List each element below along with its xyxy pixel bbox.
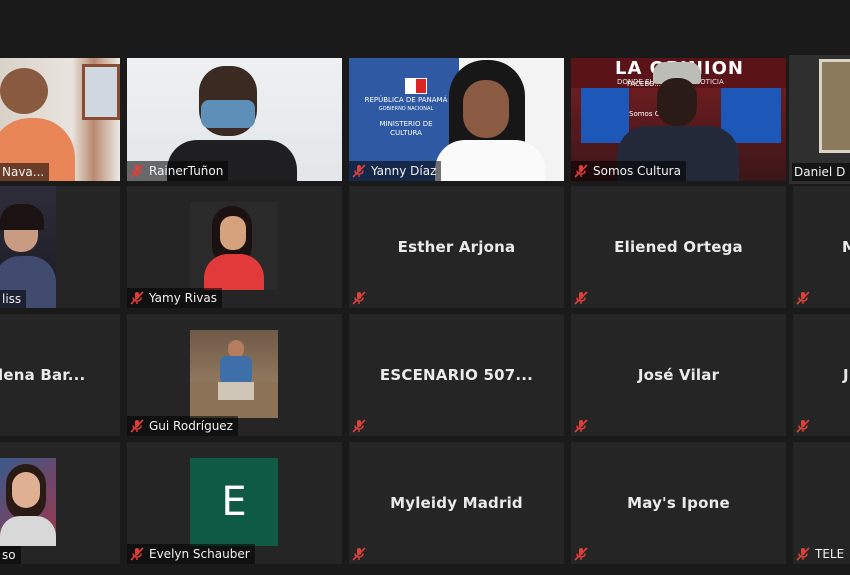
participant-name-tag: Somos Cultura <box>571 161 686 181</box>
video-tile[interactable]: M <box>793 186 850 308</box>
participant-display-name: ESCENARIO 507... <box>379 366 534 384</box>
participant-name-tag <box>793 288 816 308</box>
participant-name-tag: liss <box>0 290 27 308</box>
video-tile[interactable]: Gui Rodríguez <box>127 314 342 436</box>
participant-name: RainerTuñon <box>149 164 224 178</box>
video-tile[interactable]: Myleidy Madrid <box>349 442 564 564</box>
participant-display-name: M <box>842 238 850 256</box>
avatar: E <box>190 458 278 546</box>
participant-name-tag: Nava... <box>0 163 50 181</box>
participant-name: Somos Cultura <box>593 164 681 178</box>
participant-name-tag <box>571 416 594 436</box>
participant-name: Yanny Díaz <box>371 164 437 178</box>
microphone-muted-icon <box>573 290 589 306</box>
microphone-muted-icon <box>573 163 589 179</box>
participant-display-name: lena Bar... <box>0 366 86 384</box>
participant-name: Yamy Rivas <box>149 291 218 305</box>
video-tile[interactable]: J <box>793 314 850 436</box>
video-tile[interactable]: liss <box>0 186 120 308</box>
microphone-muted-icon <box>351 546 367 562</box>
participant-display-name: J <box>843 366 849 384</box>
video-tile[interactable]: ESCENARIO 507... <box>349 314 564 436</box>
participant-name: TELE <box>815 547 845 561</box>
participant-name-tag: RainerTuñon <box>127 161 229 181</box>
participant-name-tag: so <box>0 546 21 564</box>
video-tile[interactable]: Eliened Ortega <box>571 186 786 308</box>
participant-name: Gui Rodríguez <box>149 419 233 433</box>
participant-name: so <box>2 548 16 562</box>
video-tile-active-speaker[interactable]: Daniel D <box>789 55 850 184</box>
microphone-muted-icon <box>129 418 145 434</box>
video-tile[interactable]: LA OPINION DONDE EL ...HACE LA NOTICIA F… <box>571 58 786 181</box>
participant-name-tag <box>349 416 372 436</box>
microphone-muted-icon <box>129 546 145 562</box>
participant-name-tag: Evelyn Schauber <box>127 544 255 564</box>
video-tile[interactable]: Esther Arjona <box>349 186 564 308</box>
backdrop-text: REPÚBLICA DE PANAMÁ <box>364 96 448 104</box>
microphone-muted-icon <box>351 290 367 306</box>
participant-name-tag <box>349 544 372 564</box>
video-tile[interactable]: E Evelyn Schauber <box>127 442 342 564</box>
participant-name-tag <box>793 416 816 436</box>
backdrop-text: GOBIERNO NACIONAL <box>378 106 434 112</box>
microphone-muted-icon <box>795 418 811 434</box>
participant-name-tag <box>571 288 594 308</box>
microphone-muted-icon <box>795 546 811 562</box>
video-tile[interactable]: José Vilar <box>571 314 786 436</box>
participant-name-tag: Yanny Díaz <box>349 161 442 181</box>
profile-photo <box>190 202 278 290</box>
participant-name: Nava... <box>2 165 45 179</box>
avatar-initial: E <box>221 479 247 525</box>
participant-name-tag <box>571 544 594 564</box>
participant-name: Evelyn Schauber <box>149 547 250 561</box>
backdrop-text: CULTURA <box>390 129 422 137</box>
participant-display-name: Eliened Ortega <box>614 238 743 256</box>
participant-name-tag: Gui Rodríguez <box>127 416 238 436</box>
participant-name: Daniel D <box>794 165 846 179</box>
video-tile[interactable]: May's Ipone <box>571 442 786 564</box>
video-tile[interactable]: RainerTuñon <box>127 58 342 181</box>
participant-name-tag: Yamy Rivas <box>127 288 223 308</box>
video-tile[interactable]: Nava... <box>0 58 120 181</box>
participant-display-name: May's Ipone <box>627 494 730 512</box>
participant-display-name: Myleidy Madrid <box>390 494 523 512</box>
microphone-muted-icon <box>573 546 589 562</box>
microphone-muted-icon <box>351 163 367 179</box>
microphone-muted-icon <box>573 418 589 434</box>
participant-display-name: José Vilar <box>637 366 720 384</box>
profile-photo <box>190 330 278 418</box>
video-tile[interactable]: lena Bar... <box>0 314 120 436</box>
participant-name-tag <box>349 288 372 308</box>
participant-name-tag: TELE <box>793 544 849 564</box>
microphone-muted-icon <box>795 290 811 306</box>
video-tile[interactable]: REPÚBLICA DE PANAMÁ GOBIERNO NACIONAL MI… <box>349 58 564 181</box>
video-tile[interactable]: Yamy Rivas <box>127 186 342 308</box>
video-tile[interactable]: so <box>0 442 120 564</box>
participant-name: liss <box>2 292 22 306</box>
video-tile[interactable]: TELE <box>793 442 850 564</box>
microphone-muted-icon <box>351 418 367 434</box>
backdrop-text: MINISTERIO DE <box>379 120 433 128</box>
participant-display-name: Esther Arjona <box>397 238 516 256</box>
microphone-muted-icon <box>129 290 145 306</box>
participant-name-tag: Daniel D <box>792 163 850 181</box>
microphone-muted-icon <box>129 163 145 179</box>
